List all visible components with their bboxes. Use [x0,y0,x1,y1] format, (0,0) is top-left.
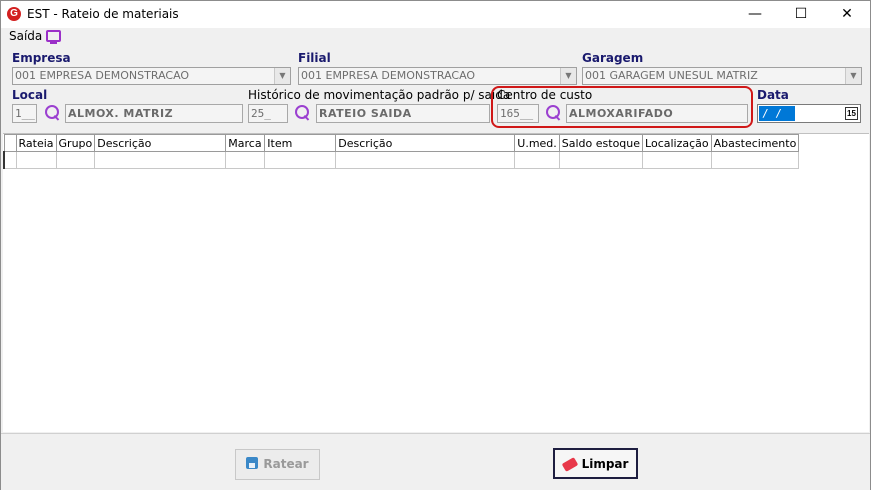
cell-marca[interactable] [225,151,266,169]
data-input[interactable]: / / 15 [757,104,861,123]
table-row[interactable] [3,151,800,169]
grid-corner [3,134,17,152]
data-label: Data [757,88,789,102]
filial-value: 001 EMPRESA DEMONSTRACAO [301,69,476,82]
col-localizacao[interactable]: Localização [642,134,712,152]
centro-custo-label: Centro de custo [497,88,593,102]
local-search-icon[interactable] [44,104,62,122]
col-abastecimento[interactable]: Abastecimento [710,134,800,152]
historico-code-input[interactable]: 25_ [248,104,288,123]
col-rateia[interactable]: Rateia [15,134,57,152]
garagem-select[interactable]: 001 GARAGEM UNESUL MATRIZ ▼ [582,67,862,85]
historico-label: Histórico de movimentação padrão p/ saíd… [248,88,511,102]
materials-grid[interactable]: Rateia Grupo Descrição Marca Item Descri… [3,133,869,432]
main-window: G EST - Rateio de materiais — ☐ ✕ Saída … [0,0,871,490]
app-logo-icon: G [7,7,21,21]
cell-localizacao[interactable] [642,151,712,169]
local-code-input[interactable]: 1__ [12,104,37,123]
centro-custo-description: ALMOXARIFADO [566,104,748,123]
cell-descricao-item[interactable] [335,151,516,169]
filial-select[interactable]: 001 EMPRESA DEMONSTRACAO ▼ [298,67,577,85]
empresa-select[interactable]: 001 EMPRESA DEMONSTRACAO ▼ [12,67,291,85]
ratear-button-label: Ratear [263,457,309,471]
cell-abastecimento[interactable] [710,151,800,169]
data-value[interactable]: / / [759,106,795,121]
grid-table: Rateia Grupo Descrição Marca Item Descri… [3,134,800,169]
col-saldo-estoque[interactable]: Saldo estoque [558,134,644,152]
limpar-button-label: Limpar [581,457,629,471]
maximize-button[interactable]: ☐ [778,1,824,28]
col-item[interactable]: Item [264,134,337,152]
cell-saldo-estoque[interactable] [558,151,644,169]
chevron-down-icon[interactable]: ▼ [560,68,576,84]
local-description: ALMOX. MATRIZ [65,104,243,123]
ratear-button[interactable]: Ratear [235,449,320,480]
centro-custo-code-input[interactable]: 165__ [497,104,539,123]
col-descricao-grupo[interactable]: Descrição [94,134,227,152]
col-grupo[interactable]: Grupo [55,134,96,152]
cell-umed[interactable] [514,151,560,169]
empresa-label: Empresa [12,51,71,65]
eraser-icon [561,457,578,472]
cell-rateia[interactable] [15,151,57,169]
window-title: EST - Rateio de materiais [27,7,179,21]
col-marca[interactable]: Marca [225,134,266,152]
cell-item[interactable] [264,151,337,169]
calendar-icon[interactable]: 15 [845,107,858,120]
cell-descricao-grupo[interactable] [94,151,227,169]
garagem-label: Garagem [582,51,644,65]
chevron-down-icon[interactable]: ▼ [274,68,290,84]
monitor-icon[interactable] [46,30,61,44]
close-button[interactable]: ✕ [824,1,870,28]
floppy-icon [246,457,259,469]
menu-saida[interactable]: Saída [9,29,42,43]
historico-search-icon[interactable] [294,104,312,122]
chevron-down-icon[interactable]: ▼ [845,68,861,84]
minimize-button[interactable]: — [732,1,778,28]
col-umed[interactable]: U.med. [514,134,560,152]
title-bar: G EST - Rateio de materiais — ☐ ✕ [1,1,870,28]
col-descricao-item[interactable]: Descrição [335,134,516,152]
grid-header-row: Rateia Grupo Descrição Marca Item Descri… [3,134,800,152]
cell-grupo[interactable] [55,151,96,169]
historico-description: RATEIO SAIDA [316,104,490,123]
filial-label: Filial [298,51,331,65]
garagem-value: 001 GARAGEM UNESUL MATRIZ [585,69,758,82]
menu-bar: Saída [1,28,870,46]
empresa-value: 001 EMPRESA DEMONSTRACAO [15,69,190,82]
row-indicator[interactable] [3,151,17,169]
local-label: Local [12,88,48,102]
centro-custo-search-icon[interactable] [545,104,563,122]
footer-bar: Ratear Limpar [1,433,870,490]
limpar-button[interactable]: Limpar [553,448,638,479]
